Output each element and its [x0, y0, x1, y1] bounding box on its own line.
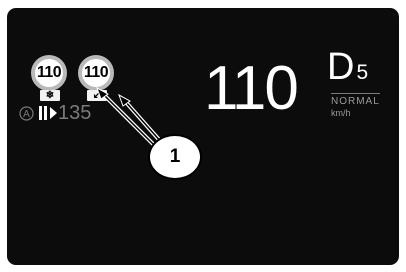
- snowflake-icon: ❄: [40, 90, 60, 101]
- pause-icon: [39, 106, 47, 120]
- sub-symbol-left: ❄: [45, 90, 55, 101]
- instrument-display: 110 110 ❄ ↙ A 135 110 D5 NORMAL km/h: [7, 8, 399, 265]
- drive-mode-label: NORMAL: [331, 93, 380, 107]
- auto-limiter-icon: A: [19, 105, 34, 121]
- speed-unit-label: km/h: [331, 108, 351, 118]
- speed-limit-sign-right: 110: [78, 55, 114, 91]
- speed-limit-value-right: 110: [83, 64, 109, 81]
- gear-number: 5: [356, 61, 369, 84]
- speed-limit-value-left: 110: [36, 64, 62, 81]
- play-icon: [50, 107, 57, 119]
- callout-number: 1: [169, 146, 181, 167]
- speed-limiter-row: A 135: [19, 102, 91, 124]
- gear-indicator: D5: [327, 48, 368, 92]
- callout-number-badge: 1: [148, 134, 202, 180]
- auto-limiter-label: A: [23, 109, 30, 120]
- gear-letter: D: [327, 46, 355, 88]
- set-speed-value: 135: [58, 101, 92, 124]
- arrow-down-left-icon: ↙: [87, 90, 107, 101]
- sub-symbol-right: ↙: [92, 90, 102, 101]
- current-speed: 110: [204, 54, 299, 123]
- speed-limit-sign-left: 110: [31, 55, 67, 91]
